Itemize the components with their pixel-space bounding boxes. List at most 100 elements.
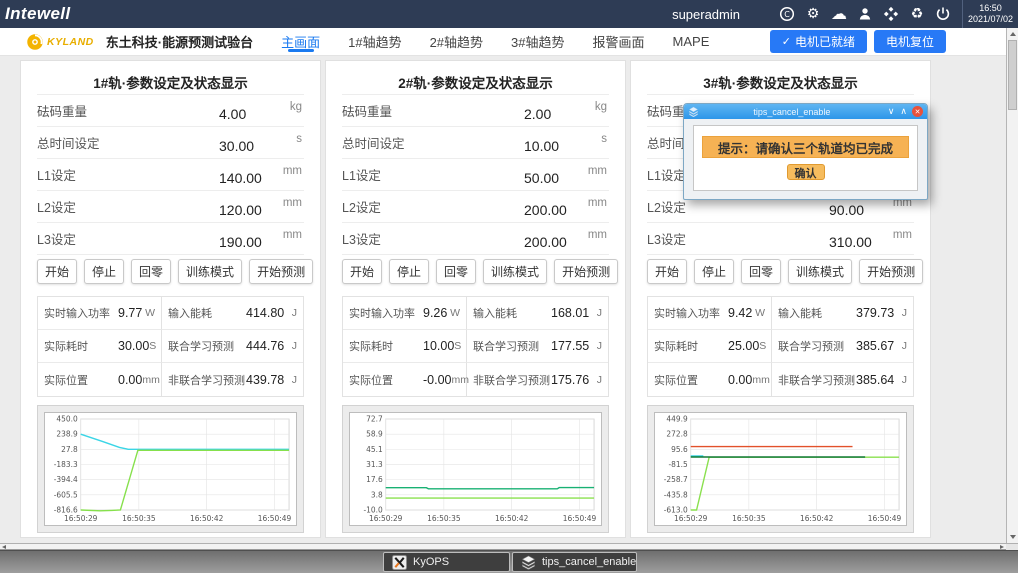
train-mode-button[interactable]: 训练模式 — [788, 259, 852, 284]
svg-text:-258.7: -258.7 — [664, 475, 688, 484]
status-value: 385.64 — [856, 373, 902, 387]
status-label: 非联合学习预测 — [778, 372, 856, 388]
start-predict-button[interactable]: 开始预测 — [859, 259, 923, 284]
status-value: 414.80 — [246, 306, 292, 320]
trend-chart-frame: 72.758.945.131.317.63.8-10.016:50:2916:5… — [342, 405, 609, 533]
svg-text:16:50:42: 16:50:42 — [800, 514, 833, 523]
scroll-up-arrow-icon[interactable] — [1010, 32, 1016, 36]
param-value[interactable]: 310.00 — [829, 234, 872, 250]
scroll-left-arrow-icon[interactable] — [2, 545, 6, 549]
param-row: L2设定200.00mm — [342, 191, 609, 223]
svg-text:16:50:35: 16:50:35 — [122, 514, 156, 523]
tab-主画面[interactable]: 主画面 — [281, 28, 320, 55]
stop-button[interactable]: 停止 — [84, 259, 124, 284]
apps-icon[interactable] — [882, 5, 900, 23]
status-value: 444.76 — [246, 339, 292, 353]
train-mode-button[interactable]: 训练模式 — [483, 259, 547, 284]
param-label: L2设定 — [342, 197, 381, 216]
cloud-icon[interactable]: ☁ — [830, 5, 848, 23]
param-value[interactable]: 190.00 — [219, 234, 262, 250]
start-predict-button[interactable]: 开始预测 — [249, 259, 313, 284]
panel-title: 3#轨·参数设定及状态显示 — [631, 61, 930, 94]
param-label: L1设定 — [37, 165, 76, 184]
motor-ready-button[interactable]: ✓电机已就绪 — [770, 30, 867, 53]
svg-text:272.8: 272.8 — [666, 430, 688, 439]
scroll-right-arrow-icon[interactable] — [1000, 545, 1004, 549]
param-value[interactable]: 50.00 — [524, 170, 559, 186]
scroll-down-arrow-icon[interactable] — [1010, 535, 1016, 539]
param-value[interactable]: 200.00 — [524, 202, 567, 218]
start-predict-button[interactable]: 开始预测 — [554, 259, 618, 284]
panel-track-2: 2#轨·参数设定及状态显示砝码重量2.00kg总时间设定10.00sL1设定50… — [325, 60, 626, 538]
param-value[interactable]: 4.00 — [219, 106, 246, 122]
power-icon[interactable] — [934, 5, 952, 23]
status-unit: J — [902, 340, 907, 352]
start-button[interactable]: 开始 — [342, 259, 382, 284]
param-row: 砝码重量2.00kg — [342, 95, 609, 127]
status-label: 实际耗时 — [654, 338, 728, 354]
tab-报警画面[interactable]: 报警画面 — [593, 28, 645, 55]
param-value[interactable]: 90.00 — [829, 202, 864, 218]
motor-reset-button[interactable]: 电机复位 — [874, 30, 946, 53]
param-value[interactable]: 140.00 — [219, 170, 262, 186]
status-cell: 输入能耗414.80J — [162, 297, 303, 330]
param-unit: mm — [283, 197, 302, 209]
param-label: L3设定 — [647, 229, 686, 248]
dialog-tips-cancel-enable: tips_cancel_enable ∨ ∧ ✕ 提示：请确认三个轨道均已完成 … — [683, 103, 928, 200]
param-unit: mm — [283, 165, 302, 177]
status-unit: S — [454, 340, 461, 352]
dialog-titlebar[interactable]: tips_cancel_enable ∨ ∧ ✕ — [684, 104, 927, 119]
trend-chart: 450.0238.927.8-183.3-394.4-605.5-816.616… — [44, 412, 297, 526]
status-unit: S — [759, 340, 766, 352]
status-cell: 联合学习预测177.55J — [467, 330, 608, 363]
trend-chart-frame: 449.9272.895.6-81.5-258.7-435.8-613.016:… — [647, 405, 914, 533]
topbar-right: superadmin C ⚙ ☁ ♻ 16:50 2021/07/02 — [672, 0, 1018, 28]
trend-chart-svg: 449.9272.895.6-81.5-258.7-435.8-613.016:… — [655, 413, 906, 525]
window-maximize-icon[interactable]: ∧ — [900, 107, 907, 116]
return-zero-button[interactable]: 回零 — [436, 259, 476, 284]
status-unit: W — [450, 307, 460, 319]
param-value[interactable]: 30.00 — [219, 138, 254, 154]
start-button[interactable]: 开始 — [647, 259, 687, 284]
status-cell: 输入能耗379.73J — [772, 297, 913, 330]
param-unit: s — [601, 133, 607, 145]
tab-1#轴趋势[interactable]: 1#轴趋势 — [348, 28, 401, 55]
status-unit: mm — [752, 374, 770, 386]
status-cell: 实际位置0.00mm — [648, 363, 772, 396]
window-close-icon[interactable]: ✕ — [912, 106, 923, 117]
status-label: 输入能耗 — [778, 305, 856, 321]
return-zero-button[interactable]: 回零 — [741, 259, 781, 284]
panel-buttons: 开始停止回零训练模式开始预测 — [647, 259, 914, 284]
tab-2#轴趋势[interactable]: 2#轴趋势 — [430, 28, 483, 55]
user-icon[interactable] — [856, 5, 874, 23]
vertical-scroll-thumb[interactable] — [1008, 40, 1017, 110]
vertical-scrollbar[interactable] — [1006, 28, 1018, 543]
tab-MAPE[interactable]: MAPE — [673, 28, 710, 55]
param-value[interactable]: 120.00 — [219, 202, 262, 218]
status-label: 实际位置 — [349, 372, 423, 388]
dialog-body: 提示：请确认三个轨道均已完成 确认 — [693, 125, 918, 191]
svg-text:95.6: 95.6 — [671, 445, 688, 454]
return-zero-button[interactable]: 回零 — [131, 259, 171, 284]
tab-3#轴趋势[interactable]: 3#轴趋势 — [511, 28, 564, 55]
start-button[interactable]: 开始 — [37, 259, 77, 284]
horizontal-scrollbar[interactable] — [0, 543, 1006, 550]
svg-text:-183.3: -183.3 — [54, 460, 78, 469]
window-minimize-icon[interactable]: ∨ — [888, 107, 895, 116]
param-value[interactable]: 10.00 — [524, 138, 559, 154]
param-value[interactable]: 200.00 — [524, 234, 567, 250]
train-mode-button[interactable]: 训练模式 — [178, 259, 242, 284]
param-value[interactable]: 2.00 — [524, 106, 551, 122]
circle-c-icon[interactable]: C — [778, 5, 796, 23]
svg-text:72.7: 72.7 — [366, 414, 383, 423]
status-unit: J — [597, 340, 602, 352]
settings-gear-icon[interactable]: ⚙ — [804, 5, 822, 23]
stop-button[interactable]: 停止 — [694, 259, 734, 284]
sync-icon[interactable]: ♻ — [908, 5, 926, 23]
taskbar-item-tips-cancel-enable[interactable]: tips_cancel_enable — [512, 552, 637, 572]
status-value: 385.67 — [856, 339, 902, 353]
taskbar-item-kyops[interactable]: KyOPS — [383, 552, 510, 572]
confirm-button[interactable]: 确认 — [787, 164, 825, 180]
stop-button[interactable]: 停止 — [389, 259, 429, 284]
svg-text:16:50:49: 16:50:49 — [868, 514, 902, 523]
